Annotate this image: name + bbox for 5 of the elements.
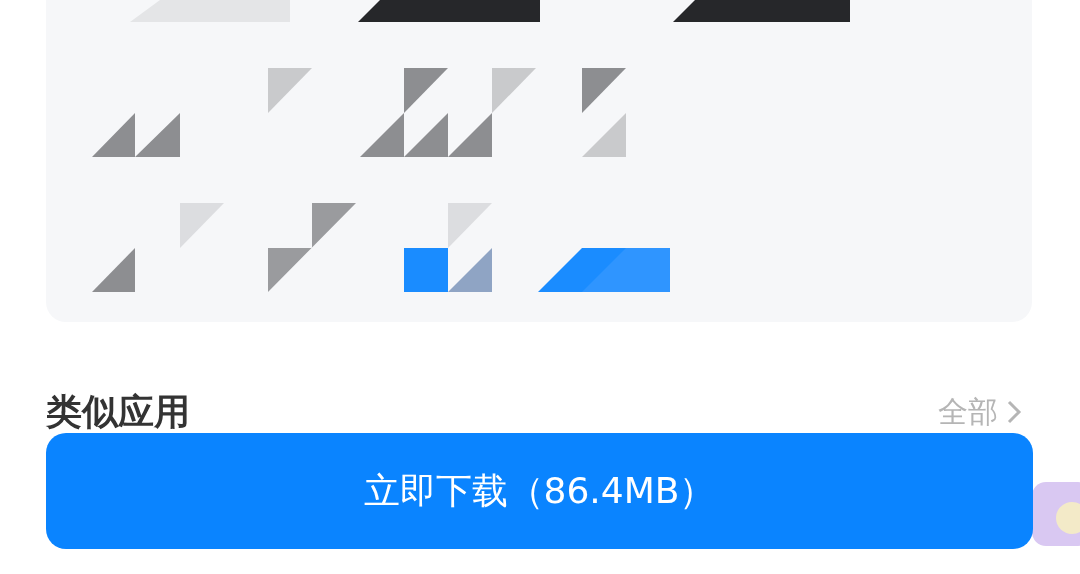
- chevron-right-icon: [1006, 399, 1022, 425]
- download-button[interactable]: 立即下载（86.4MB）: [46, 433, 1033, 549]
- see-all-link[interactable]: 全部: [938, 397, 1022, 427]
- app-icon: [1032, 482, 1080, 546]
- section-title: 类似应用: [46, 394, 190, 430]
